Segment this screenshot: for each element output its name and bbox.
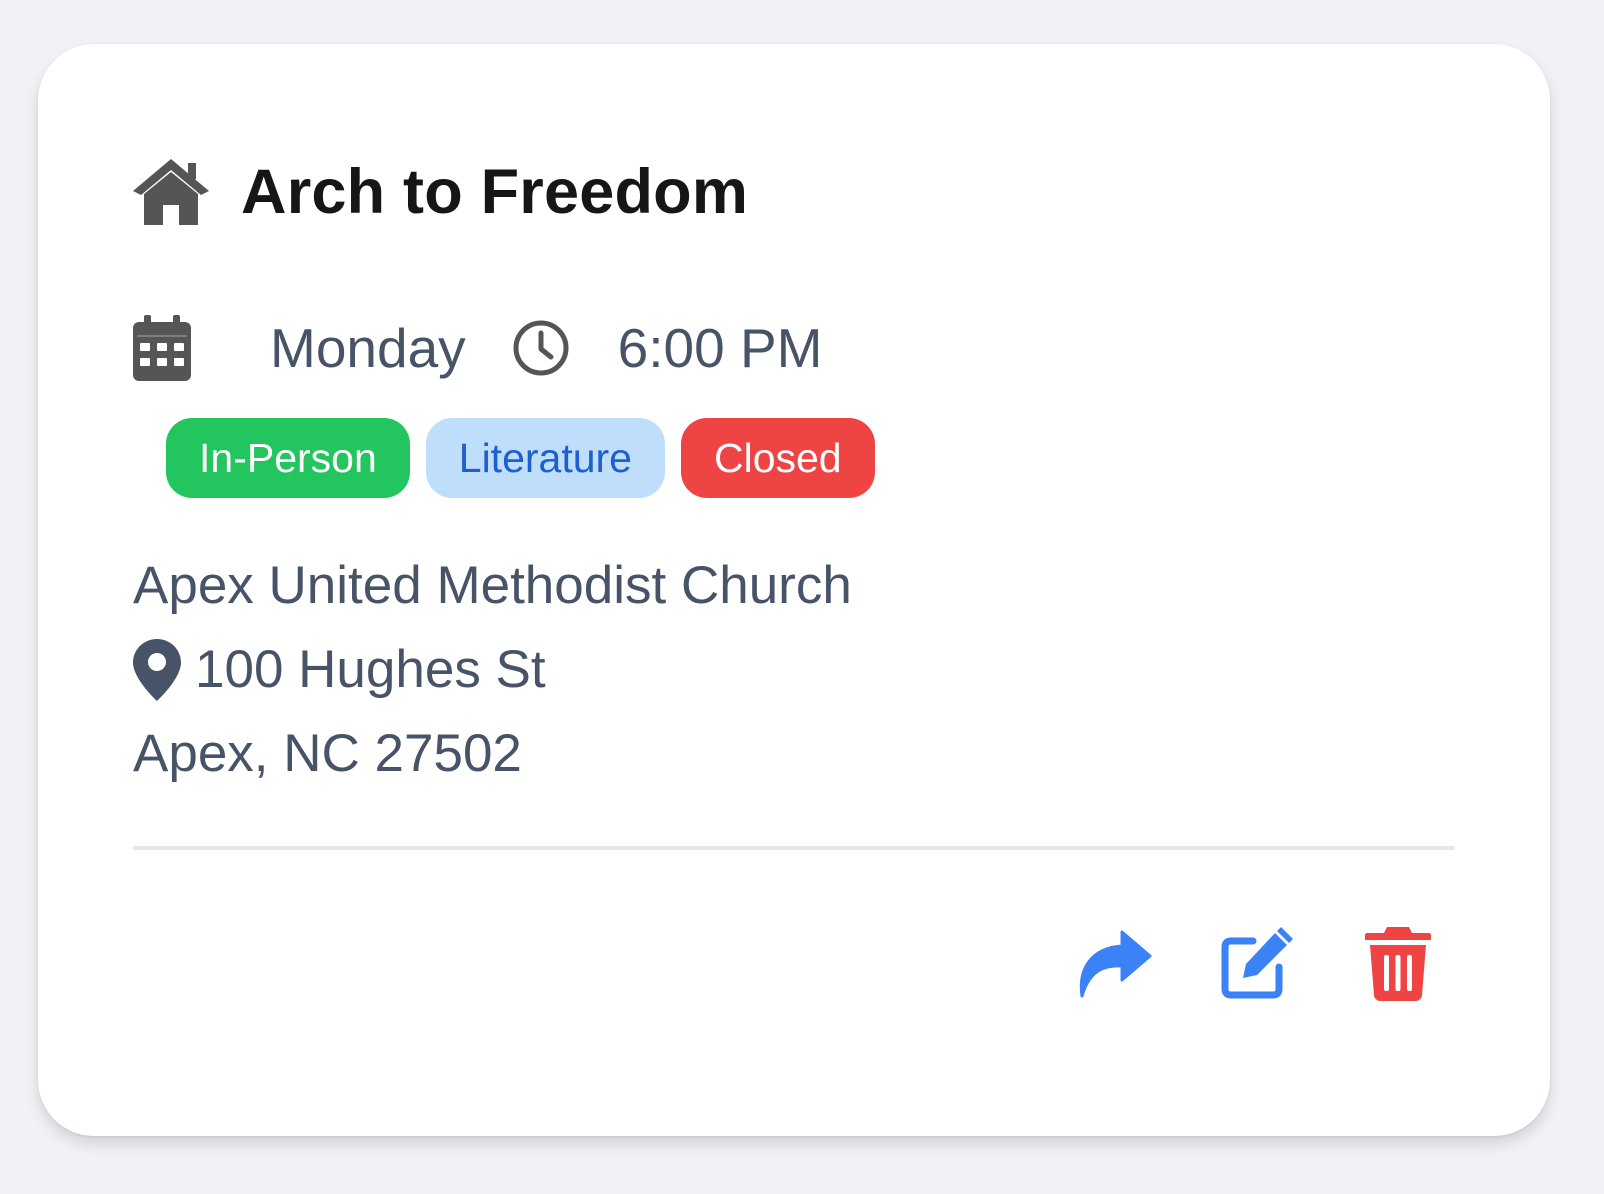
map-pin-icon [133, 639, 195, 701]
meeting-card: Arch to Freedom Monday 6:00 PM In-Person… [38, 44, 1550, 1136]
meeting-header: Arch to Freedom [133, 156, 748, 228]
location-city: Apex, NC 27502 [133, 724, 522, 783]
meeting-location: Apex United Methodist Church 100 Hughes … [133, 544, 852, 796]
share-icon [1076, 930, 1152, 998]
location-street-line: 100 Hughes St [133, 628, 852, 712]
home-icon [133, 159, 209, 225]
edit-button[interactable] [1216, 924, 1296, 1004]
meeting-schedule: Monday 6:00 PM [133, 308, 823, 388]
badge-in-person: In-Person [166, 418, 410, 498]
card-actions [1012, 924, 1438, 1004]
calendar-icon [133, 315, 191, 381]
meeting-tags: In-Person Literature Closed [166, 418, 891, 498]
meeting-title: Arch to Freedom [241, 157, 749, 227]
location-street: 100 Hughes St [195, 640, 546, 699]
badge-literature: Literature [425, 418, 665, 498]
meeting-day: Monday [270, 317, 466, 379]
trash-icon [1365, 927, 1431, 1001]
clock-icon [466, 319, 570, 377]
card-divider [133, 846, 1455, 850]
meeting-time: 6:00 PM [617, 317, 823, 379]
edit-icon [1219, 927, 1293, 1001]
location-name: Apex United Methodist Church [133, 556, 852, 615]
badge-closed: Closed [680, 418, 875, 498]
delete-button[interactable] [1358, 924, 1438, 1004]
share-button[interactable] [1074, 924, 1154, 1004]
